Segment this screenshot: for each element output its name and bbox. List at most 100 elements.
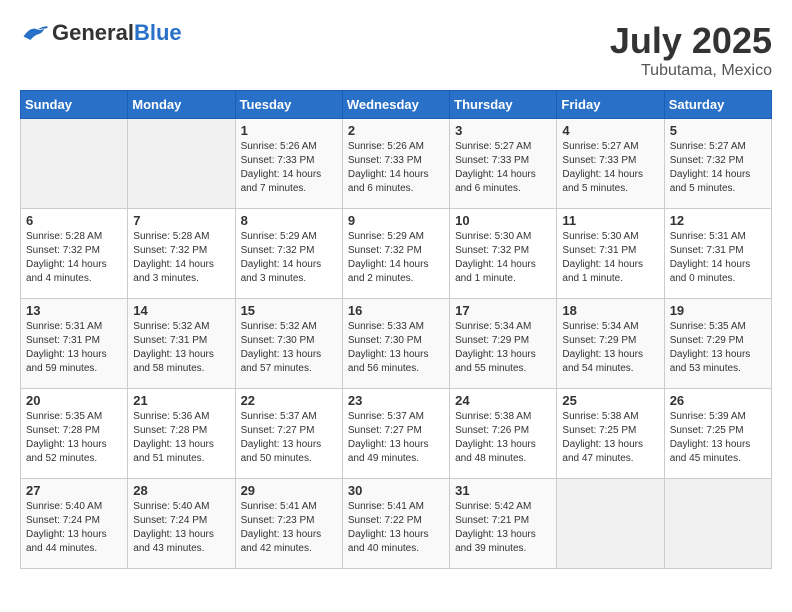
- column-header-wednesday: Wednesday: [342, 91, 449, 119]
- calendar-cell: 29 Sunrise: 5:41 AMSunset: 7:23 PMDayligh…: [235, 479, 342, 569]
- column-header-saturday: Saturday: [664, 91, 771, 119]
- calendar-cell: 13Sunrise: 5:31 AMSunset: 7:31 PMDayligh…: [21, 299, 128, 389]
- day-info: Sunrise: 5:30 AMSunset: 7:32 PMDaylight:…: [455, 230, 551, 286]
- calendar-cell: 27Sunrise: 5:40 AMSunset: 7:24 PMDayligh…: [21, 479, 128, 569]
- day-number: 8: [241, 213, 337, 228]
- day-info: Sunrise: 5:39 AMSunset: 7:25 PMDaylight:…: [670, 410, 766, 466]
- page-header: GeneralBlue July 2025 Tubutama, Mexico: [20, 20, 772, 80]
- day-number: 1: [241, 123, 337, 138]
- logo-general: General: [52, 20, 134, 45]
- column-header-friday: Friday: [557, 91, 664, 119]
- day-number: 9: [348, 213, 444, 228]
- calendar-cell: 3Sunrise: 5:27 AMSunset: 7:33 PMDaylight…: [450, 119, 557, 209]
- day-number: 21: [133, 393, 229, 408]
- logo-blue: Blue: [134, 20, 182, 45]
- calendar-cell: 4 Sunrise: 5:27 AMSunset: 7:33 PMDaylight…: [557, 119, 664, 209]
- day-number: 26: [670, 393, 766, 408]
- day-info: Sunrise: 5:35 AMSunset: 7:28 PMDaylight:…: [26, 410, 122, 466]
- calendar-cell: 10 Sunrise: 5:30 AMSunset: 7:32 PMDayligh…: [450, 209, 557, 299]
- day-info: Sunrise: 5:26 AMSunset: 7:33 PMDaylight:…: [348, 140, 444, 196]
- day-info: Sunrise: 5:38 AMSunset: 7:25 PMDaylight:…: [562, 410, 658, 466]
- calendar-week-row: 6 Sunrise: 5:28 AMSunset: 7:32 PMDaylight…: [21, 209, 772, 299]
- column-header-tuesday: Tuesday: [235, 91, 342, 119]
- day-info: Sunrise: 5:37 AMSunset: 7:27 PMDaylight:…: [241, 410, 337, 466]
- calendar-cell: 5 Sunrise: 5:27 AMSunset: 7:32 PMDaylight…: [664, 119, 771, 209]
- day-info: Sunrise: 5:33 AMSunset: 7:30 PMDaylight:…: [348, 320, 444, 376]
- calendar-cell: 28 Sunrise: 5:40 AMSunset: 7:24 PMDayligh…: [128, 479, 235, 569]
- day-info: Sunrise: 5:38 AMSunset: 7:26 PMDaylight:…: [455, 410, 551, 466]
- logo-bird-icon: [20, 22, 48, 44]
- calendar-cell: 17 Sunrise: 5:34 AMSunset: 7:29 PMDayligh…: [450, 299, 557, 389]
- day-info: Sunrise: 5:32 AMSunset: 7:30 PMDaylight:…: [241, 320, 337, 376]
- day-number: 15: [241, 303, 337, 318]
- day-info: Sunrise: 5:28 AMSunset: 7:32 PMDaylight:…: [26, 230, 122, 286]
- day-info: Sunrise: 5:41 AMSunset: 7:23 PMDaylight:…: [241, 500, 337, 556]
- month-year-title: July 2025: [610, 20, 772, 62]
- day-number: 7: [133, 213, 229, 228]
- day-number: 10: [455, 213, 551, 228]
- calendar-cell: 15 Sunrise: 5:32 AMSunset: 7:30 PMDayligh…: [235, 299, 342, 389]
- column-header-monday: Monday: [128, 91, 235, 119]
- day-info: Sunrise: 5:28 AMSunset: 7:32 PMDaylight:…: [133, 230, 229, 286]
- calendar-cell: 30Sunrise: 5:41 AMSunset: 7:22 PMDayligh…: [342, 479, 449, 569]
- calendar-cell: 19Sunrise: 5:35 AMSunset: 7:29 PMDayligh…: [664, 299, 771, 389]
- day-info: Sunrise: 5:36 AMSunset: 7:28 PMDaylight:…: [133, 410, 229, 466]
- day-info: Sunrise: 5:32 AMSunset: 7:31 PMDaylight:…: [133, 320, 229, 376]
- day-info: Sunrise: 5:29 AMSunset: 7:32 PMDaylight:…: [348, 230, 444, 286]
- day-info: Sunrise: 5:40 AMSunset: 7:24 PMDaylight:…: [26, 500, 122, 556]
- day-number: 16: [348, 303, 444, 318]
- calendar-cell: 22 Sunrise: 5:37 AMSunset: 7:27 PMDayligh…: [235, 389, 342, 479]
- calendar-cell: 23Sunrise: 5:37 AMSunset: 7:27 PMDayligh…: [342, 389, 449, 479]
- day-number: 2: [348, 123, 444, 138]
- calendar-cell: 24Sunrise: 5:38 AMSunset: 7:26 PMDayligh…: [450, 389, 557, 479]
- day-info: Sunrise: 5:40 AMSunset: 7:24 PMDaylight:…: [133, 500, 229, 556]
- calendar-cell: 18 Sunrise: 5:34 AMSunset: 7:29 PMDayligh…: [557, 299, 664, 389]
- day-info: Sunrise: 5:34 AMSunset: 7:29 PMDaylight:…: [562, 320, 658, 376]
- calendar-cell: 9 Sunrise: 5:29 AMSunset: 7:32 PMDaylight…: [342, 209, 449, 299]
- day-number: 18: [562, 303, 658, 318]
- day-number: 31: [455, 483, 551, 498]
- day-info: Sunrise: 5:27 AMSunset: 7:33 PMDaylight:…: [562, 140, 658, 196]
- day-number: 5: [670, 123, 766, 138]
- location-subtitle: Tubutama, Mexico: [610, 62, 772, 80]
- title-block: July 2025 Tubutama, Mexico: [610, 20, 772, 80]
- calendar-cell: 31 Sunrise: 5:42 AMSunset: 7:21 PMDayligh…: [450, 479, 557, 569]
- day-number: 28: [133, 483, 229, 498]
- day-number: 11: [562, 213, 658, 228]
- calendar-cell: [21, 119, 128, 209]
- day-number: 6: [26, 213, 122, 228]
- day-info: Sunrise: 5:42 AMSunset: 7:21 PMDaylight:…: [455, 500, 551, 556]
- day-number: 25: [562, 393, 658, 408]
- column-header-thursday: Thursday: [450, 91, 557, 119]
- calendar-cell: 8Sunrise: 5:29 AMSunset: 7:32 PMDaylight…: [235, 209, 342, 299]
- day-info: Sunrise: 5:35 AMSunset: 7:29 PMDaylight:…: [670, 320, 766, 376]
- day-number: 20: [26, 393, 122, 408]
- day-number: 4: [562, 123, 658, 138]
- calendar-week-row: 20 Sunrise: 5:35 AMSunset: 7:28 PMDayligh…: [21, 389, 772, 479]
- day-info: Sunrise: 5:26 AMSunset: 7:33 PMDaylight:…: [241, 140, 337, 196]
- calendar-week-row: 27Sunrise: 5:40 AMSunset: 7:24 PMDayligh…: [21, 479, 772, 569]
- day-number: 29: [241, 483, 337, 498]
- day-info: Sunrise: 5:27 AMSunset: 7:32 PMDaylight:…: [670, 140, 766, 196]
- calendar-cell: 7 Sunrise: 5:28 AMSunset: 7:32 PMDaylight…: [128, 209, 235, 299]
- calendar-cell: 26 Sunrise: 5:39 AMSunset: 7:25 PMDayligh…: [664, 389, 771, 479]
- calendar-cell: 11 Sunrise: 5:30 AMSunset: 7:31 PMDayligh…: [557, 209, 664, 299]
- day-info: Sunrise: 5:27 AMSunset: 7:33 PMDaylight:…: [455, 140, 551, 196]
- calendar-cell: 6 Sunrise: 5:28 AMSunset: 7:32 PMDaylight…: [21, 209, 128, 299]
- calendar-header-row: SundayMondayTuesdayWednesdayThursdayFrid…: [21, 91, 772, 119]
- calendar-cell: [557, 479, 664, 569]
- logo: GeneralBlue: [20, 20, 182, 46]
- day-info: Sunrise: 5:30 AMSunset: 7:31 PMDaylight:…: [562, 230, 658, 286]
- calendar-cell: 20 Sunrise: 5:35 AMSunset: 7:28 PMDayligh…: [21, 389, 128, 479]
- day-number: 17: [455, 303, 551, 318]
- day-info: Sunrise: 5:31 AMSunset: 7:31 PMDaylight:…: [670, 230, 766, 286]
- day-info: Sunrise: 5:34 AMSunset: 7:29 PMDaylight:…: [455, 320, 551, 376]
- day-info: Sunrise: 5:37 AMSunset: 7:27 PMDaylight:…: [348, 410, 444, 466]
- calendar-cell: 25 Sunrise: 5:38 AMSunset: 7:25 PMDayligh…: [557, 389, 664, 479]
- calendar-table: SundayMondayTuesdayWednesdayThursdayFrid…: [20, 90, 772, 569]
- calendar-cell: 16 Sunrise: 5:33 AMSunset: 7:30 PMDayligh…: [342, 299, 449, 389]
- calendar-week-row: 1 Sunrise: 5:26 AMSunset: 7:33 PMDaylight…: [21, 119, 772, 209]
- calendar-cell: [664, 479, 771, 569]
- day-number: 22: [241, 393, 337, 408]
- day-number: 14: [133, 303, 229, 318]
